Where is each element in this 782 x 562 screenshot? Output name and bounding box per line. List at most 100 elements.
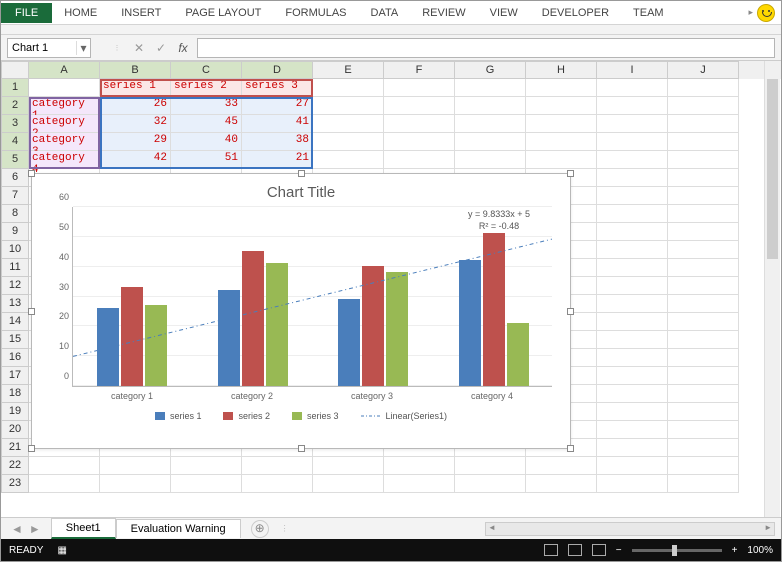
cell[interactable] bbox=[313, 97, 384, 115]
cell[interactable]: 29 bbox=[100, 133, 171, 151]
col-header[interactable]: I bbox=[597, 61, 668, 79]
cell[interactable] bbox=[597, 421, 668, 439]
row-header[interactable]: 10 bbox=[1, 241, 29, 259]
cell[interactable]: 21 bbox=[242, 151, 313, 169]
resize-handle[interactable] bbox=[567, 308, 574, 315]
cell[interactable] bbox=[313, 115, 384, 133]
row-header[interactable]: 8 bbox=[1, 205, 29, 223]
bar[interactable] bbox=[459, 260, 481, 386]
tab-pagelayout[interactable]: PAGE LAYOUT bbox=[173, 3, 273, 23]
cell[interactable] bbox=[597, 259, 668, 277]
cell[interactable]: 51 bbox=[171, 151, 242, 169]
view-normal-icon[interactable] bbox=[544, 544, 558, 556]
cell[interactable] bbox=[313, 79, 384, 97]
row-header[interactable]: 6 bbox=[1, 169, 29, 187]
bar[interactable] bbox=[483, 233, 505, 386]
row-header[interactable]: 2 bbox=[1, 97, 29, 115]
col-header[interactable]: A bbox=[29, 61, 100, 79]
row-header[interactable]: 9 bbox=[1, 223, 29, 241]
cell[interactable] bbox=[242, 475, 313, 493]
cell[interactable] bbox=[597, 349, 668, 367]
cancel-icon[interactable]: ✕ bbox=[131, 41, 147, 55]
vertical-scrollbar[interactable] bbox=[764, 61, 780, 517]
legend-item[interactable]: series 3 bbox=[292, 411, 339, 421]
sheet-tab-active[interactable]: Sheet1 bbox=[51, 518, 116, 539]
cell[interactable] bbox=[526, 475, 597, 493]
cell[interactable] bbox=[313, 475, 384, 493]
cell[interactable] bbox=[597, 241, 668, 259]
enter-icon[interactable]: ✓ bbox=[153, 41, 169, 55]
cell[interactable] bbox=[597, 331, 668, 349]
cell[interactable] bbox=[668, 331, 739, 349]
col-header[interactable]: J bbox=[668, 61, 739, 79]
col-header[interactable]: D bbox=[242, 61, 313, 79]
resize-handle[interactable] bbox=[567, 170, 574, 177]
bar-group[interactable] bbox=[459, 233, 529, 386]
bar-group[interactable] bbox=[338, 266, 408, 386]
cell[interactable] bbox=[455, 133, 526, 151]
col-header[interactable]: F bbox=[384, 61, 455, 79]
cell[interactable] bbox=[597, 205, 668, 223]
name-box[interactable]: ▾ bbox=[7, 38, 91, 58]
col-header[interactable]: C bbox=[171, 61, 242, 79]
cell[interactable] bbox=[668, 79, 739, 97]
cell[interactable]: 40 bbox=[171, 133, 242, 151]
cell[interactable] bbox=[597, 151, 668, 169]
cell[interactable] bbox=[597, 97, 668, 115]
cell[interactable] bbox=[597, 295, 668, 313]
bar[interactable] bbox=[121, 287, 143, 386]
cell[interactable] bbox=[597, 169, 668, 187]
cell[interactable] bbox=[455, 115, 526, 133]
bar[interactable] bbox=[145, 305, 167, 386]
cell[interactable] bbox=[597, 439, 668, 457]
row-header[interactable]: 12 bbox=[1, 277, 29, 295]
bar[interactable] bbox=[218, 290, 240, 386]
cell[interactable] bbox=[597, 475, 668, 493]
cell[interactable] bbox=[100, 457, 171, 475]
bar[interactable] bbox=[386, 272, 408, 386]
cell[interactable] bbox=[668, 439, 739, 457]
resize-handle[interactable] bbox=[298, 170, 305, 177]
resize-handle[interactable] bbox=[28, 308, 35, 315]
cell[interactable]: 26 bbox=[100, 97, 171, 115]
tab-insert[interactable]: INSERT bbox=[109, 3, 173, 23]
cell[interactable] bbox=[668, 277, 739, 295]
resize-handle[interactable] bbox=[28, 170, 35, 177]
tab-team[interactable]: TEAM bbox=[621, 3, 676, 23]
cell[interactable] bbox=[597, 457, 668, 475]
cell[interactable] bbox=[668, 187, 739, 205]
bar[interactable] bbox=[266, 263, 288, 386]
cell[interactable] bbox=[526, 79, 597, 97]
cell[interactable] bbox=[455, 457, 526, 475]
cell[interactable]: category 2 bbox=[29, 115, 100, 133]
cell[interactable]: series 1 bbox=[100, 79, 171, 97]
cell[interactable] bbox=[384, 151, 455, 169]
cell[interactable] bbox=[668, 313, 739, 331]
cell[interactable] bbox=[597, 367, 668, 385]
cell[interactable]: 45 bbox=[171, 115, 242, 133]
resize-handle[interactable] bbox=[28, 445, 35, 452]
row-header[interactable]: 20 bbox=[1, 421, 29, 439]
cell[interactable]: 41 bbox=[242, 115, 313, 133]
cell[interactable] bbox=[668, 241, 739, 259]
cell[interactable] bbox=[668, 475, 739, 493]
sheet-nav-next-icon[interactable]: ► bbox=[29, 522, 41, 536]
row-header[interactable]: 11 bbox=[1, 259, 29, 277]
col-header[interactable]: E bbox=[313, 61, 384, 79]
row-header[interactable]: 16 bbox=[1, 349, 29, 367]
cell[interactable] bbox=[384, 457, 455, 475]
cell[interactable] bbox=[668, 205, 739, 223]
cell[interactable] bbox=[384, 97, 455, 115]
cell[interactable] bbox=[668, 151, 739, 169]
row-header[interactable]: 13 bbox=[1, 295, 29, 313]
tab-review[interactable]: REVIEW bbox=[410, 3, 477, 23]
chart-plot-area[interactable]: y = 9.8333x + 5 R² = -0.48 0102030405060 bbox=[72, 207, 552, 387]
cell[interactable] bbox=[597, 403, 668, 421]
cell[interactable] bbox=[597, 313, 668, 331]
zoom-out-button[interactable]: − bbox=[616, 545, 622, 556]
sheet-tab[interactable]: Evaluation Warning bbox=[116, 519, 241, 538]
zoom-in-button[interactable]: + bbox=[732, 545, 738, 556]
cell[interactable] bbox=[668, 349, 739, 367]
row-header[interactable]: 22 bbox=[1, 457, 29, 475]
bar[interactable] bbox=[362, 266, 384, 386]
